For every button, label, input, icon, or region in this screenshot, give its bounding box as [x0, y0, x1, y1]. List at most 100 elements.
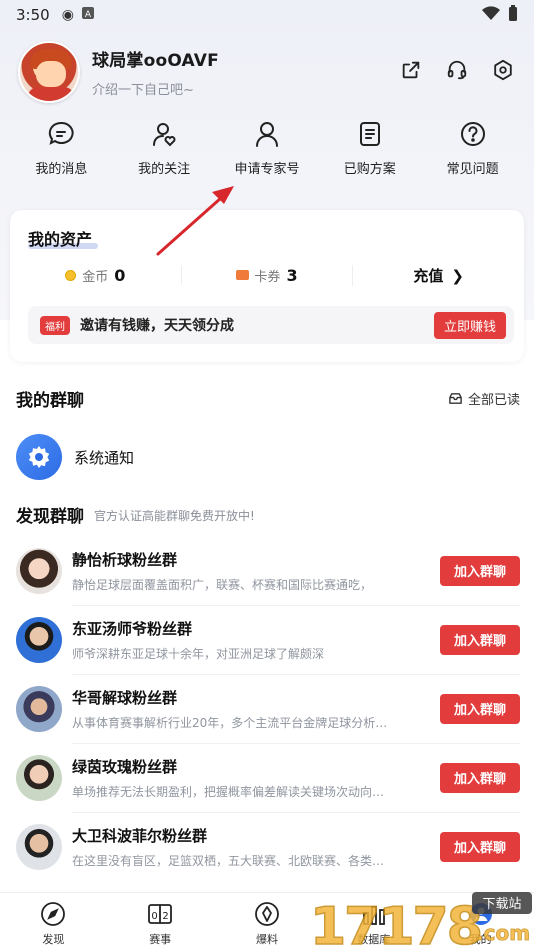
wifi-icon [482, 6, 500, 24]
my-groups-header: 我的群聊 全部已读 [16, 386, 520, 411]
list-item[interactable]: 大卫科波菲尔粉丝群 在这里没有盲区，足篮双栖，五大联赛、北欧联赛、各类… 加入群… [16, 812, 520, 881]
username[interactable]: 球局掌ooOAVF [92, 46, 219, 71]
group-name: 大卫科波菲尔粉丝群 [72, 826, 208, 845]
group-name: 东亚汤师爷粉丝群 [72, 619, 193, 638]
tab-label: 爆料 [255, 933, 278, 946]
discover-title: 发现群聊 [16, 507, 84, 527]
tip-icon [255, 902, 279, 926]
coupon-icon [236, 270, 250, 280]
menu-my-messages[interactable]: 我的消息 [13, 120, 109, 184]
watermark-logo: 17178 下载站 .com [310, 892, 532, 950]
join-group-button[interactable]: 加入群聊 [440, 555, 520, 586]
status-time: 3:50 [16, 6, 50, 24]
svg-text:.com: .com [476, 921, 530, 945]
coins-label: 金币 [82, 269, 109, 285]
list-item[interactable]: 绿茵玫瑰粉丝群 单场推荐无法长期盈利，把握概率偏差解读关键场次动向… 加入群聊 [16, 743, 520, 812]
group-avatar [16, 547, 62, 594]
menu-my-follows[interactable]: 我的关注 [116, 120, 212, 184]
group-desc: 师爷深耕东亚足球十余年，对亚洲足球了解颇深 [72, 646, 325, 661]
group-desc: 从事体育赛事解析行业20年，多个主流平台金牌足球分析… [72, 715, 388, 730]
list-item[interactable]: 东亚汤师爷粉丝群 师爷深耕东亚足球十余年，对亚洲足球了解颇深 加入群聊 [16, 605, 520, 674]
system-gear-icon [16, 434, 62, 480]
tab-label: 发现 [42, 933, 65, 946]
assets-title: 我的资产 [28, 226, 99, 250]
list-item[interactable]: 静怡析球粉丝群 静怡足球层面覆盖面积广，联赛、杯赛和国际比赛通吃， 加入群聊 [16, 536, 520, 605]
group-name: 绿茵玫瑰粉丝群 [72, 757, 178, 776]
svg-text:下载站: 下载站 [482, 897, 521, 912]
mark-all-read-button[interactable]: 全部已读 [448, 389, 520, 408]
scoreboard-icon: 02 [148, 904, 173, 924]
promo-banner[interactable]: 福利 邀请有钱赚，天天领分成 立即赚钱 [28, 306, 514, 344]
coins-cell[interactable]: 金币 0 [10, 266, 181, 285]
settings-icon[interactable] [492, 59, 514, 85]
menu-label: 已购方案 [343, 162, 396, 177]
compass-icon [41, 902, 66, 926]
quick-menu: 我的消息 我的关注 申请专家号 已购方案 常见问题 [0, 120, 534, 184]
svg-text:A: A [85, 10, 92, 19]
svg-text:0: 0 [152, 911, 158, 922]
battery-icon [508, 5, 518, 25]
list-item[interactable]: 华哥解球粉丝群 从事体育赛事解析行业20年，多个主流平台金牌足球分析… 加入群聊 [16, 674, 520, 743]
annotation-arrow [156, 186, 234, 256]
menu-label: 我的关注 [138, 162, 191, 177]
coupons-value: 3 [286, 265, 298, 285]
help-icon [460, 122, 485, 146]
group-list: 静怡析球粉丝群 静怡足球层面覆盖面积广，联赛、杯赛和国际比赛通吃， 加入群聊 东… [16, 536, 520, 881]
globe-icon: ◉ [61, 7, 74, 23]
recharge-button[interactable]: 充值 ❯ [352, 264, 524, 286]
notification-a-icon: A [81, 7, 94, 23]
discover-subtitle: 官方认证高能群聊免费开放中! [94, 509, 255, 523]
coin-icon [65, 269, 77, 281]
menu-label: 常见问题 [446, 162, 499, 177]
message-icon [49, 121, 74, 145]
coins-value: 0 [114, 265, 126, 285]
assets-row: 金币 0 卡券 3 充值 ❯ [10, 262, 524, 288]
promo-tag: 福利 [40, 315, 70, 335]
system-notice-label: 系统通知 [74, 448, 135, 467]
group-avatar [16, 616, 62, 663]
group-avatar [16, 823, 62, 870]
assets-card: 我的资产 金币 0 卡券 3 充值 ❯ 福利 邀请有钱赚，天天领分成 立即赚钱 [10, 210, 524, 362]
group-name: 华哥解球粉丝群 [72, 688, 178, 707]
customer-service-icon[interactable] [446, 59, 468, 85]
system-notice-row[interactable]: 系统通知 [16, 432, 520, 482]
purchased-icon [359, 122, 380, 146]
inbox-icon [449, 393, 462, 404]
promo-text: 邀请有钱赚，天天领分成 [80, 318, 234, 334]
coupons-cell[interactable]: 卡券 3 [180, 265, 353, 285]
share-icon[interactable] [400, 59, 422, 85]
my-groups-title: 我的群聊 [16, 391, 84, 411]
earn-now-button[interactable]: 立即赚钱 [433, 311, 506, 339]
discover-header: 发现群聊 官方认证高能群聊免费开放中! [16, 502, 520, 527]
menu-label: 我的消息 [35, 162, 88, 177]
profile-header: 球局掌ooOAVF 介绍一下自己吧~ [18, 40, 518, 104]
follow-icon [153, 123, 176, 147]
status-bar: 3:50 ◉ A [0, 0, 534, 30]
group-desc: 静怡足球层面覆盖面积广，联赛、杯赛和国际比赛通吃， [72, 577, 373, 592]
menu-faq[interactable]: 常见问题 [425, 120, 521, 184]
join-group-button[interactable]: 加入群聊 [440, 762, 520, 793]
join-group-button[interactable]: 加入群聊 [440, 693, 520, 724]
chevron-right-icon: ❯ [451, 266, 464, 285]
avatar[interactable] [18, 41, 80, 103]
expert-icon [255, 122, 278, 147]
coupons-label: 卡券 [254, 269, 281, 285]
group-avatar [16, 685, 62, 732]
group-avatar [16, 754, 62, 801]
group-desc: 单场推荐无法长期盈利，把握概率偏差解读关键场次动向… [72, 784, 385, 799]
tab-tips[interactable]: 爆料 [214, 893, 321, 950]
tab-discover[interactable]: 发现 [0, 893, 107, 950]
menu-purchased-plans[interactable]: 已购方案 [322, 120, 418, 184]
mark-all-read-label: 全部已读 [467, 393, 520, 408]
join-group-button[interactable]: 加入群聊 [440, 624, 520, 655]
user-bio[interactable]: 介绍一下自己吧~ [92, 79, 219, 98]
svg-text:2: 2 [163, 911, 169, 922]
menu-label: 申请专家号 [234, 162, 300, 177]
recharge-label: 充值 [413, 266, 444, 285]
tab-label: 赛事 [149, 933, 172, 946]
group-desc: 在这里没有盲区，足篮双栖，五大联赛、北欧联赛、各类… [72, 853, 385, 868]
tab-matches[interactable]: 02 赛事 [107, 893, 214, 950]
join-group-button[interactable]: 加入群聊 [440, 831, 520, 862]
menu-apply-expert[interactable]: 申请专家号 [219, 120, 315, 184]
group-name: 静怡析球粉丝群 [72, 550, 178, 569]
